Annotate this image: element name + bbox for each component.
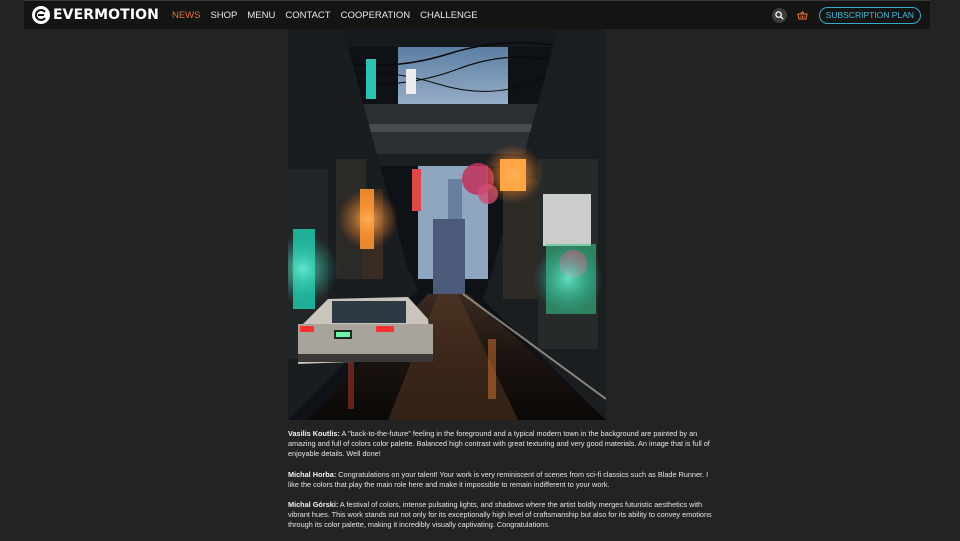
basket-icon	[797, 10, 808, 20]
nav-item-contact[interactable]: CONTACT	[285, 10, 330, 21]
search-icon	[774, 10, 784, 20]
comment-author: Michal Horba:	[288, 469, 337, 479]
nav-item-news[interactable]: NEWS	[172, 10, 201, 21]
comment-author: Vasilis Koutlis:	[288, 429, 340, 438]
brand-name: EVERMOTION	[53, 7, 159, 23]
comment-author: Michal Górski:	[288, 500, 339, 510]
nav-item-challenge[interactable]: CHALLENGE	[420, 10, 478, 21]
evermotion-logo-icon	[32, 6, 50, 24]
top-navbar: EVERMOTION NEWS SHOP MENU CONTACT COOPER…	[24, 0, 930, 29]
jury-comments: Vasilis Koutlis: A "back-to-the-future" …	[288, 429, 712, 541]
nav-actions: SUBSCRIPTION PLAN	[771, 6, 921, 24]
subscription-plan-button[interactable]: SUBSCRIPTION PLAN	[818, 6, 921, 24]
main-nav: NEWS SHOP MENU CONTACT COOPERATION CHALL…	[172, 10, 488, 21]
hero-image	[288, 29, 606, 420]
comment-michal-horba: Michal Horba: Congratulations on your ta…	[288, 470, 712, 490]
nav-item-shop[interactable]: SHOP	[210, 10, 237, 21]
nav-item-cooperation[interactable]: COOPERATION	[341, 10, 411, 21]
comment-michal-gorski: Michal Górski: A festival of colors, int…	[288, 500, 712, 531]
comment-text: Congratulations on your talent! Your wor…	[288, 469, 709, 489]
basket-button[interactable]	[797, 10, 808, 20]
nav-item-menu[interactable]: MENU	[247, 10, 275, 21]
comment-text: A "back-to-the-future" feeling in the fo…	[288, 429, 710, 459]
comment-text: A festival of colors, intense pulsating …	[288, 500, 712, 530]
logo[interactable]: EVERMOTION	[32, 6, 159, 24]
search-button[interactable]	[771, 7, 787, 23]
comment-vasilis-koutlis: Vasilis Koutlis: A "back-to-the-future" …	[288, 429, 712, 460]
